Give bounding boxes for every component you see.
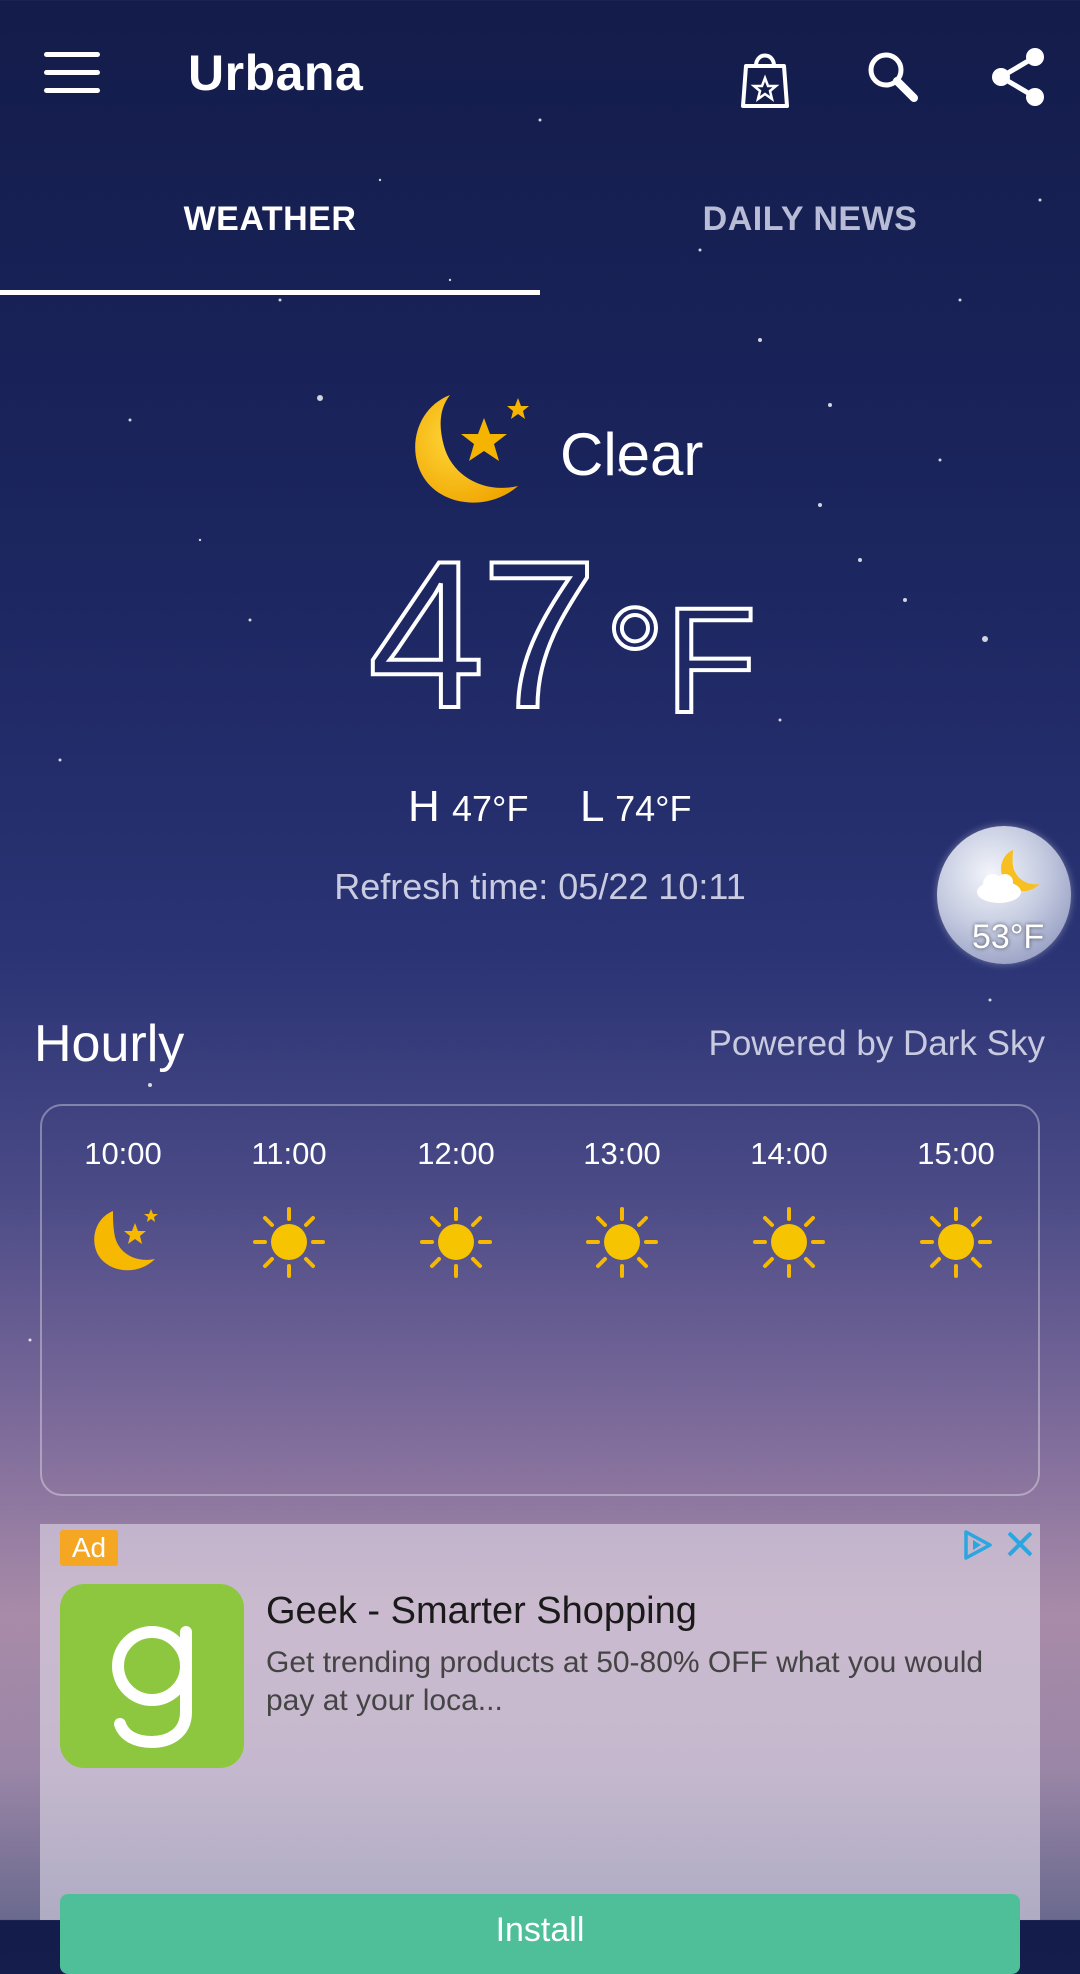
powered-by-link[interactable]: Powered by Dark Sky [708,1024,1045,1064]
tab-weather[interactable]: WEATHER [0,200,540,239]
ad-choices-icon[interactable] [960,1528,996,1562]
close-icon[interactable] [1004,1528,1036,1560]
sun-icon [753,1207,825,1278]
sun-icon [253,1207,325,1278]
sun-icon [420,1207,492,1278]
current-temperature: 47 °F [0,517,1080,752]
moon-stars-icon [94,1209,158,1271]
temperature-value: 47 [366,517,600,752]
shopping-bag-icon[interactable] [730,42,800,112]
moon-stars-icon [415,395,529,503]
high-temp: 47°F [452,788,529,829]
high-label: H [408,782,440,831]
hour-time: 15:00 [917,1136,995,1171]
floating-widget-temp: 53°F [972,918,1045,956]
moon-cloud-icon [977,850,1039,903]
low-label: L [580,782,603,831]
menu-icon[interactable] [44,52,100,96]
hourly-title: Hourly [34,1015,185,1073]
tab-daily-news[interactable]: DAILY NEWS [540,200,1080,239]
city-name[interactable]: Urbana [188,44,363,102]
hour-time: 12:00 [417,1136,495,1171]
temperature-unit: °F [603,576,759,744]
sun-icon [920,1207,992,1278]
hour-time: 10:00 [84,1136,162,1171]
tab-bar: WEATHER DAILY NEWS [0,180,1080,295]
hour-time: 13:00 [583,1136,661,1171]
ad-app-logo[interactable] [60,1584,244,1768]
ad-description: Get trending products at 50-80% OFF what… [266,1646,984,1717]
tab-active-indicator [0,290,540,295]
geek-logo-icon [112,1626,192,1749]
current-condition: Clear [0,390,1080,520]
app-header: Urbana [0,0,1080,150]
hour-time: 14:00 [750,1136,828,1171]
install-button[interactable]: Install [60,1894,1020,1974]
share-icon[interactable] [983,42,1053,112]
high-low: H 47°F L 74°F [0,782,1080,842]
sun-icon [586,1207,658,1278]
condition-text: Clear [560,421,704,488]
search-icon[interactable] [858,42,928,112]
ad-badge: Ad [60,1530,118,1566]
refresh-time: Refresh time: 05/22 10:11 [334,866,746,907]
low-temp: 74°F [615,788,692,829]
hour-time: 11:00 [251,1136,327,1171]
ad-title[interactable]: Geek - Smarter Shopping [266,1590,697,1633]
